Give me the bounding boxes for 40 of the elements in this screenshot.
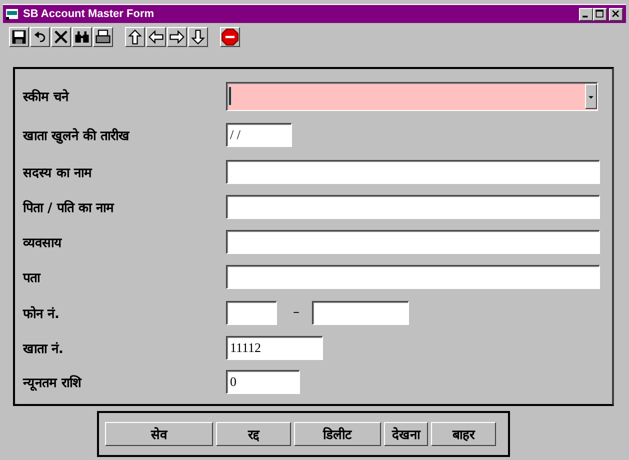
print-icon[interactable]	[93, 27, 113, 47]
field-label: खाता खुलने की तारीख	[22, 127, 131, 144]
save-icon[interactable]	[9, 27, 29, 47]
dash-separator: –	[293, 305, 300, 320]
field-label: पिता / पति का नाम	[22, 199, 116, 216]
stop-icon[interactable]	[220, 27, 240, 47]
action-button[interactable]: सेव	[105, 422, 213, 446]
field-label: स्कीम चने	[22, 88, 70, 105]
action-button[interactable]: रद्द	[216, 422, 291, 446]
binoculars-icon[interactable]	[72, 27, 92, 47]
minimize-button[interactable]	[579, 8, 593, 20]
down-arrow-icon[interactable]	[188, 27, 208, 47]
field-label: फोन नं.	[22, 305, 60, 322]
window-icon	[6, 8, 19, 20]
delete-icon[interactable]	[51, 27, 71, 47]
up-arrow-icon[interactable]	[125, 27, 145, 47]
undo-icon[interactable]	[30, 27, 50, 47]
window-title: SB Account Master Form	[23, 8, 156, 20]
date-field[interactable]: / /	[226, 123, 292, 147]
phone-number-field[interactable]	[312, 300, 408, 324]
field-label: खाता नं.	[22, 340, 64, 356]
input-field[interactable]	[226, 160, 600, 184]
input-field[interactable]	[226, 264, 600, 288]
left-arrow-icon[interactable]	[146, 27, 166, 47]
field-label: सदस्य का नाम	[22, 164, 94, 180]
input-field[interactable]	[226, 230, 600, 254]
maximize-button[interactable]	[593, 8, 607, 20]
account-number-field[interactable]: 11112	[226, 336, 323, 360]
field-label: पता	[22, 270, 42, 286]
close-button[interactable]	[609, 8, 623, 20]
amount-field[interactable]: 0	[226, 370, 300, 394]
phone-code-field[interactable]	[226, 300, 277, 324]
right-arrow-icon[interactable]	[167, 27, 187, 47]
field-label: न्यूनतम राशि	[22, 374, 83, 390]
action-button[interactable]: डिलीट	[294, 422, 381, 446]
field-label: व्यवसाय	[22, 234, 63, 250]
input-field[interactable]	[226, 194, 600, 218]
scheme-dropdown[interactable]	[226, 82, 598, 110]
action-button[interactable]: बाहर	[431, 422, 496, 446]
action-button[interactable]: देखना	[384, 422, 428, 446]
